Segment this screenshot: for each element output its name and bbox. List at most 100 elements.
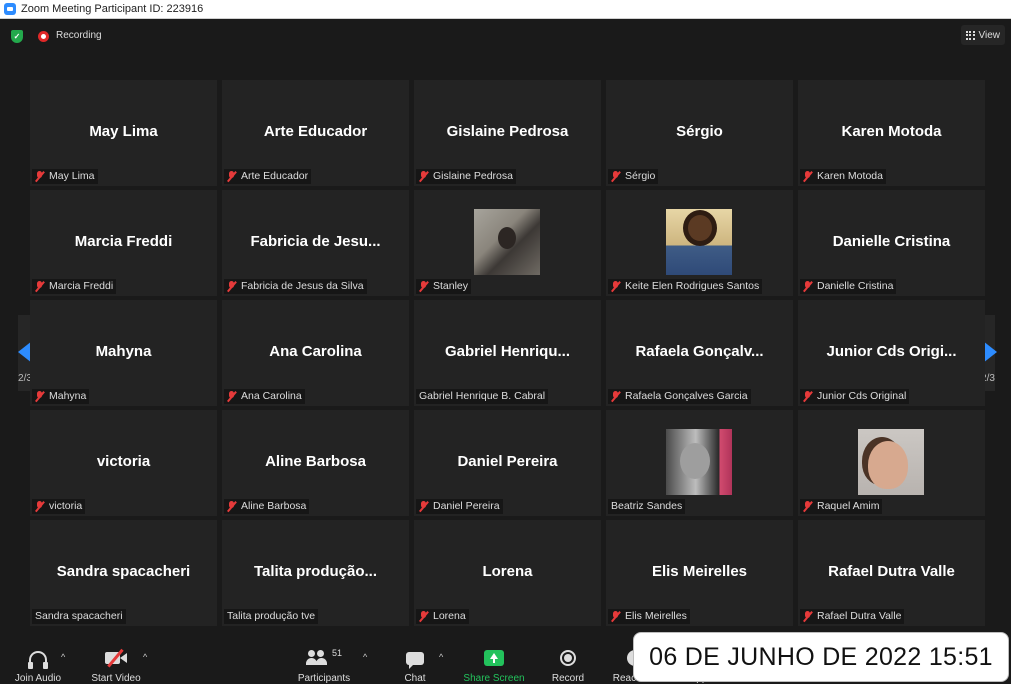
participant-tile[interactable]: Sérgio Sérgio [606,80,793,186]
muted-microphone-icon [227,281,236,292]
participant-tile[interactable]: Aline Barbosa Aline Barbosa [222,410,409,516]
participant-tile[interactable]: Talita produção... Talita produção tve [222,520,409,626]
record-button[interactable]: Record [548,640,588,684]
participant-tile[interactable]: Daniel Pereira Daniel Pereira [414,410,601,516]
view-button[interactable]: View [960,25,1005,45]
chat-button[interactable]: Chat [398,640,432,684]
participant-display-name: Marcia Freddi [74,233,173,250]
participant-tile[interactable]: Elis Meirelles Elis Meirelles [606,520,793,626]
participant-name-text: Arte Educador [241,170,309,182]
participant-tile[interactable]: Gabriel Henriqu... Gabriel Henrique B. Ca… [414,300,601,406]
participant-tile[interactable]: Lorena Lorena [414,520,601,626]
participant-name-text: Stanley [433,280,469,292]
participant-tile[interactable]: Beatriz Sandes [606,410,793,516]
muted-microphone-icon [419,611,428,622]
recording-icon [38,31,49,42]
participant-tile[interactable]: Arte Educador Arte Educador [222,80,409,186]
participant-display-name: Daniel Pereira [457,453,558,470]
share-screen-label: Share Screen [463,673,525,684]
participant-display-name: Gabriel Henriqu... [444,343,571,360]
muted-microphone-icon [611,171,620,182]
participants-button[interactable]: 51 Participants [292,640,356,684]
participant-name-text: Elis Meirelles [625,610,687,622]
participant-tile[interactable]: victoria victoria [30,410,217,516]
participant-display-name: Karen Motoda [841,123,942,140]
participant-gallery: May Lima May Lima Arte Educador Arte Educad… [30,80,985,626]
muted-microphone-icon [419,171,428,182]
participant-name-label: Talita produção tve [224,609,319,624]
muted-microphone-icon [419,501,428,512]
start-video-button[interactable]: Start Video [86,640,146,684]
participant-tile[interactable]: Rafael Dutra Valle Rafael Dutra Valle [798,520,985,626]
participant-tile[interactable]: Stanley [414,190,601,296]
participant-tile[interactable]: Marcia Freddi Marcia Freddi [30,190,217,296]
participant-tile[interactable]: Mahyna Mahyna [30,300,217,406]
participant-tile[interactable]: Sandra spacacheri Sandra spacacheri [30,520,217,626]
participant-tile[interactable]: Danielle Cristina Danielle Cristina [798,190,985,296]
participant-name-text: Sérgio [625,170,656,182]
muted-microphone-icon [227,501,236,512]
participant-tile[interactable]: Raquel Amim [798,410,985,516]
headphone-icon [28,651,48,669]
audio-options-chevron-icon[interactable]: ^ [61,652,65,662]
participant-name-label: Elis Meirelles [608,609,690,624]
muted-microphone-icon [803,391,812,402]
participant-name-text: Fabricia de Jesus da Silva [241,280,364,292]
participant-tile[interactable]: Fabricia de Jesu... Fabricia de Jesus da … [222,190,409,296]
participants-icon [305,650,328,666]
participant-tile[interactable]: May Lima May Lima [30,80,217,186]
participant-name-text: Rafael Dutra Valle [817,610,902,622]
participant-tile[interactable]: Gislaine Pedrosa Gislaine Pedrosa [414,80,601,186]
participant-display-name: Lorena [482,563,533,580]
participant-name-text: Lorena [433,610,466,622]
muted-microphone-icon [35,501,44,512]
participant-name-text: Rafaela Gonçalves Garcia [625,390,748,402]
participant-name-label: Rafaela Gonçalves Garcia [608,389,751,404]
participant-name-text: Keite Elen Rodrigues Santos [625,280,760,292]
participant-name-text: Raquel Amim [817,500,880,512]
participant-name-label: Junior Cds Original [800,389,910,404]
participant-tile[interactable]: Karen Motoda Karen Motoda [798,80,985,186]
participant-display-name: Rafael Dutra Valle [828,563,955,580]
participant-display-name: Fabricia de Jesu... [250,233,381,250]
muted-microphone-icon [611,391,620,402]
participant-tile[interactable]: Ana Carolina Ana Carolina [222,300,409,406]
participants-options-chevron-icon[interactable]: ^ [363,652,367,662]
join-audio-label: Join Audio [14,673,62,684]
participant-display-name: May Lima [89,123,158,140]
chat-label: Chat [404,673,426,684]
view-button-label: View [978,29,1001,41]
participant-name-text: May Lima [49,170,95,182]
participant-display-name: Rafaela Gonçalv... [635,343,764,360]
chat-options-chevron-icon[interactable]: ^ [439,652,443,662]
muted-microphone-icon [419,281,428,292]
participant-name-label: Beatriz Sandes [608,499,686,514]
participant-name-label: Mahyna [32,389,90,404]
participant-display-name: Gislaine Pedrosa [446,123,569,140]
participant-tile[interactable]: Rafaela Gonçalv... Rafaela Gonçalves Garc… [606,300,793,406]
video-options-chevron-icon[interactable]: ^ [143,652,147,662]
participant-name-text: Ana Carolina [241,390,302,402]
share-screen-button[interactable]: Share Screen [462,640,526,684]
muted-microphone-icon [803,611,812,622]
participant-name-label: Stanley [416,279,472,294]
muted-microphone-icon [803,281,812,292]
participant-name-label: Karen Motoda [800,169,886,184]
participant-name-text: Danielle Cristina [817,280,894,292]
participant-display-name: Sandra spacacheri [56,563,191,580]
participant-video-thumbnail [858,429,924,495]
participant-tile[interactable]: Junior Cds Origi... Junior Cds Original [798,300,985,406]
participant-name-text: Beatriz Sandes [611,500,683,512]
participant-tile[interactable]: Keite Elen Rodrigues Santos [606,190,793,296]
participant-name-text: Marcia Freddi [49,280,114,292]
participant-name-label: Rafael Dutra Valle [800,609,905,624]
participant-name-text: victoria [49,500,83,512]
security-shield-icon[interactable]: ✓ [11,30,23,43]
join-audio-button[interactable]: Join Audio [10,640,66,684]
video-camera-icon [105,648,127,668]
muted-microphone-icon [35,281,44,292]
muted-microphone-icon [227,391,236,402]
window-titlebar: Zoom Meeting Participant ID: 223916 [0,0,1011,19]
participant-name-label: Keite Elen Rodrigues Santos [608,279,763,294]
participant-name-text: Gabriel Henrique B. Cabral [419,390,546,402]
